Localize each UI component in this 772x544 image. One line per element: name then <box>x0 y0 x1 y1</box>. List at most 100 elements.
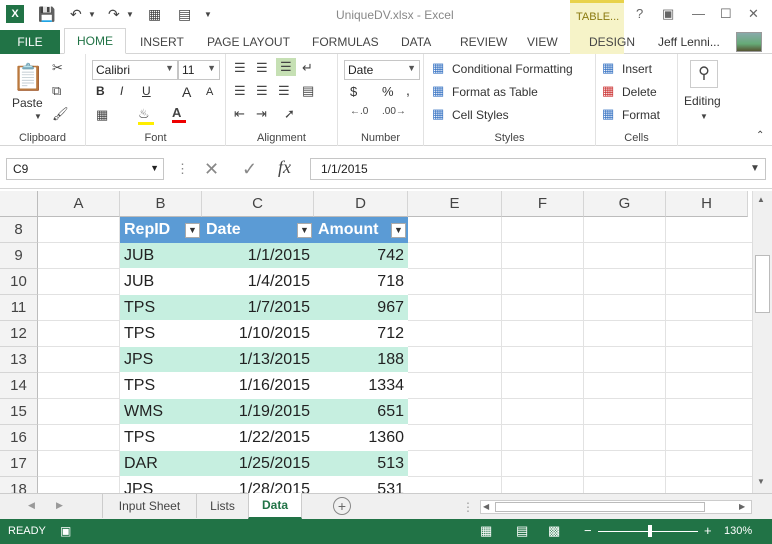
wrap-text-icon[interactable]: ↵ <box>302 60 313 76</box>
tab-data[interactable]: DATA <box>401 35 431 49</box>
table-cell[interactable]: DAR <box>120 451 202 477</box>
align-top-icon[interactable]: ☰ <box>234 60 246 76</box>
form-icon[interactable]: ▤ <box>178 6 191 23</box>
format-painter-icon[interactable]: 🖌 <box>52 106 69 122</box>
filter-dropdown-icon[interactable]: ▼ <box>185 223 200 238</box>
next-sheet-icon[interactable]: ▶ <box>56 500 63 511</box>
tab-page-layout[interactable]: PAGE LAYOUT <box>207 35 290 49</box>
paste-button[interactable]: Paste <box>12 96 43 110</box>
tab-design[interactable]: DESIGN <box>589 35 635 49</box>
normal-view-icon[interactable]: ▦ <box>480 523 492 539</box>
table-cell[interactable]: WMS <box>120 399 202 425</box>
border-icon[interactable]: ▦ <box>96 107 108 123</box>
column-header-a[interactable]: A <box>38 191 120 217</box>
column-header-g[interactable]: G <box>584 191 666 217</box>
decrease-indent-icon[interactable]: ⇤ <box>234 106 245 122</box>
avatar[interactable] <box>736 32 762 52</box>
align-bottom-icon[interactable]: ☰ <box>276 58 296 76</box>
zoom-in-button[interactable]: + <box>704 523 712 538</box>
undo-icon[interactable]: ↶ <box>70 6 82 23</box>
row-header[interactable]: 8 <box>0 217 38 243</box>
horizontal-scroll-thumb[interactable] <box>495 502 705 512</box>
font-name-combo[interactable]: Calibri ▼ <box>92 60 178 80</box>
row-header[interactable]: 13 <box>0 347 38 373</box>
bold-button[interactable]: B <box>96 84 105 98</box>
column-header-d[interactable]: D <box>314 191 408 217</box>
table-cell[interactable]: JUB <box>120 269 202 295</box>
shrink-font-button[interactable]: A <box>206 86 213 98</box>
table-cell[interactable]: 1/19/2015 <box>202 399 314 425</box>
table-header-date[interactable]: Date ▼ <box>202 217 314 243</box>
table-cell[interactable]: JPS <box>120 477 202 493</box>
increase-decimal-icon[interactable]: ←.0 <box>350 106 368 117</box>
cancel-icon[interactable]: ✕ <box>204 159 219 180</box>
table-cell[interactable]: 718 <box>314 269 408 295</box>
table-cell[interactable]: 1/7/2015 <box>202 295 314 321</box>
table-cell[interactable]: 531 <box>314 477 408 493</box>
row-header[interactable]: 10 <box>0 269 38 295</box>
table-cell[interactable]: 712 <box>314 321 408 347</box>
page-break-view-icon[interactable]: ▩ <box>548 523 560 539</box>
sheet-tab-data[interactable]: Data <box>248 493 302 519</box>
scroll-right-icon[interactable]: ▶ <box>739 502 745 511</box>
table-cell[interactable]: 967 <box>314 295 408 321</box>
row-header[interactable]: 18 <box>0 477 38 493</box>
table-cell[interactable]: JUB <box>120 243 202 269</box>
org-chart-icon[interactable]: ▦ <box>148 6 161 23</box>
table-cell[interactable]: TPS <box>120 373 202 399</box>
table-cell[interactable]: TPS <box>120 321 202 347</box>
delete-cells-button[interactable]: Delete <box>622 85 657 99</box>
scroll-left-icon[interactable]: ◀ <box>483 502 489 511</box>
table-cell[interactable]: TPS <box>120 295 202 321</box>
tab-home[interactable]: HOME <box>64 28 126 54</box>
select-all-corner[interactable] <box>0 191 38 217</box>
table-cell[interactable]: 1334 <box>314 373 408 399</box>
column-header-h[interactable]: H <box>666 191 748 217</box>
underline-button[interactable]: U <box>142 84 151 98</box>
font-size-combo[interactable]: 11 ▼ <box>178 60 220 80</box>
worksheet-grid[interactable]: ABCDEFGH 8 9 10 11 12 13 14 15 16 17 18 RepID ▼ Date… <box>0 191 752 493</box>
sheet-tab-lists[interactable]: Lists <box>196 494 248 518</box>
name-box[interactable]: C9 ▼ <box>6 158 164 180</box>
merge-center-icon[interactable]: ▤ <box>302 83 314 99</box>
vertical-scroll-thumb[interactable] <box>755 255 770 313</box>
binoculars-icon[interactable]: ⚲ <box>690 60 718 88</box>
column-header-c[interactable]: C <box>202 191 314 217</box>
format-as-table-button[interactable]: Format as Table <box>452 85 538 99</box>
table-cell[interactable]: JPS <box>120 347 202 373</box>
redo-icon[interactable]: ↷ <box>108 6 120 23</box>
zoom-level[interactable]: 130% <box>724 525 752 537</box>
undo-dropdown-icon[interactable]: ▼ <box>88 10 96 19</box>
help-button[interactable]: ? <box>636 6 643 21</box>
cell-styles-button[interactable]: Cell Styles <box>452 108 509 122</box>
align-right-icon[interactable]: ☰ <box>278 83 290 99</box>
paste-dropdown-icon[interactable]: ▼ <box>34 112 42 121</box>
table-cell[interactable]: 1/1/2015 <box>202 243 314 269</box>
table-cell[interactable]: 513 <box>314 451 408 477</box>
prev-sheet-icon[interactable]: ◀ <box>28 500 35 511</box>
align-middle-icon[interactable]: ☰ <box>256 60 268 76</box>
table-cell[interactable]: 1360 <box>314 425 408 451</box>
collapse-ribbon-icon[interactable]: ⌃ <box>756 130 764 141</box>
cut-icon[interactable]: ✂ <box>52 60 63 76</box>
editing-dropdown-icon[interactable]: ▼ <box>700 112 708 121</box>
align-center-icon[interactable]: ☰ <box>256 83 268 99</box>
zoom-slider-thumb[interactable] <box>648 525 652 537</box>
column-header-b[interactable]: B <box>120 191 202 217</box>
filter-dropdown-icon[interactable]: ▼ <box>297 223 312 238</box>
percent-button[interactable]: % <box>382 84 394 99</box>
tab-insert[interactable]: INSERT <box>140 35 184 49</box>
column-header-f[interactable]: F <box>502 191 584 217</box>
customize-qat-icon[interactable]: ▼ <box>204 10 212 19</box>
table-cell[interactable]: 742 <box>314 243 408 269</box>
row-header[interactable]: 16 <box>0 425 38 451</box>
table-cell[interactable]: 1/25/2015 <box>202 451 314 477</box>
close-icon[interactable]: ✕ <box>748 6 759 22</box>
more-options-icon[interactable]: ⋮ <box>176 161 189 177</box>
table-cell[interactable]: 188 <box>314 347 408 373</box>
tab-file[interactable]: FILE <box>0 30 60 54</box>
macro-record-icon[interactable]: ▣ <box>60 524 71 538</box>
table-cell[interactable]: 1/13/2015 <box>202 347 314 373</box>
tab-view[interactable]: VIEW <box>527 35 558 49</box>
table-cell[interactable]: 1/10/2015 <box>202 321 314 347</box>
